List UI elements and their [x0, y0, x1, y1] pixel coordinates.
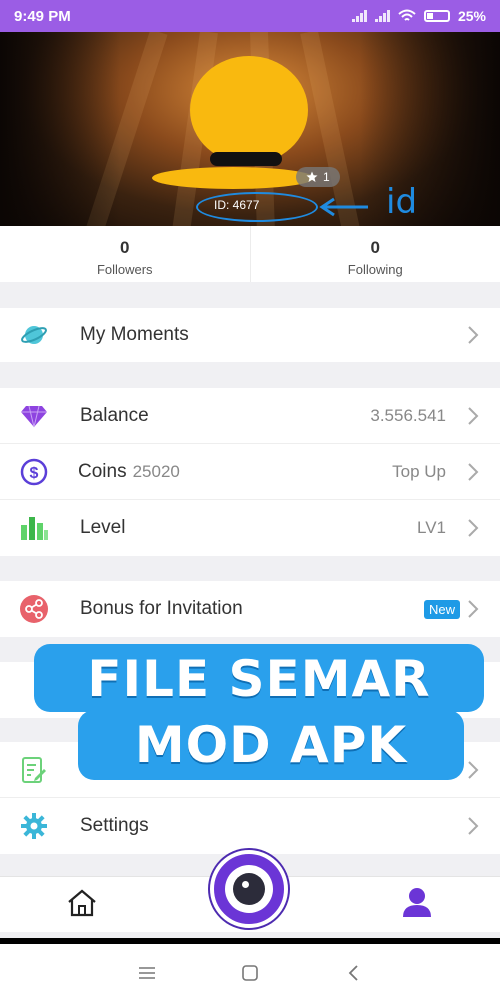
menu-label-level: Level: [80, 517, 126, 538]
avatar[interactable]: [190, 56, 308, 164]
menu-label-moments: My Moments: [80, 324, 189, 345]
chevron-right-icon: [468, 519, 479, 537]
chevron-right-icon: [468, 600, 479, 618]
user-id: ID: 4677: [214, 198, 260, 212]
diamond-icon: [18, 400, 50, 432]
system-nav-bar: [0, 938, 500, 1000]
follow-stats: 0 Followers 0 Following: [0, 226, 500, 282]
watermark-line-1: FILE SEMAR: [87, 650, 431, 708]
camera-button[interactable]: [210, 850, 288, 928]
following-count: 0: [370, 238, 380, 257]
following-label: Following: [347, 262, 403, 277]
following-stat[interactable]: 0 Following: [249, 226, 500, 282]
new-badge: New: [423, 599, 460, 619]
signal-icon: [374, 10, 390, 22]
menu-item-coins[interactable]: $ Coins 25020 Top Up: [0, 444, 500, 500]
menu-item-moments[interactable]: My Moments: [0, 308, 500, 362]
battery-percent: 25%: [457, 8, 486, 24]
star-icon: [306, 171, 318, 182]
level-value: LV1: [417, 518, 446, 537]
top-up-link[interactable]: Top Up: [392, 462, 446, 482]
battery-icon: [423, 10, 450, 22]
profile-banner: 1 ID: 4677 id: [0, 32, 500, 226]
share-icon: [18, 593, 50, 625]
bar-chart-icon: [18, 512, 50, 544]
menu-icon[interactable]: [138, 966, 156, 980]
arrow-left-icon: [319, 197, 368, 217]
menu-label-settings: Settings: [80, 815, 149, 836]
svg-text:$: $: [30, 465, 39, 482]
redaction-mark: [152, 167, 314, 189]
figure-silhouette: [210, 152, 282, 166]
followers-count: 0: [120, 238, 130, 257]
followers-stat[interactable]: 0 Followers: [0, 226, 250, 282]
status-time: 9:49 PM: [14, 7, 71, 25]
back-icon[interactable]: [347, 964, 359, 982]
signal-icon: [351, 10, 367, 22]
wifi-icon: [398, 9, 416, 21]
watermark-line-2: MOD APK: [134, 716, 408, 774]
menu-item-invitation[interactable]: Bonus for Invitation New: [0, 581, 500, 637]
menu-item-settings[interactable]: Settings: [0, 798, 500, 854]
chevron-right-icon: [468, 406, 479, 425]
menu-item-level[interactable]: Level LV1: [0, 500, 500, 556]
id-annotation: id: [386, 182, 418, 222]
menu-item-balance[interactable]: Balance 3.556.541: [0, 388, 500, 444]
dollar-coin-icon: $: [18, 456, 50, 488]
home-icon[interactable]: [241, 964, 259, 982]
chevron-right-icon: [468, 462, 479, 481]
menu-label-coins: Coins: [78, 460, 127, 482]
star-count: 1: [323, 170, 330, 184]
coins-amount: 25020: [132, 461, 180, 481]
home-tab-icon[interactable]: [66, 888, 98, 918]
profile-tab-icon[interactable]: [402, 886, 432, 918]
followers-label: Followers: [96, 262, 153, 277]
balance-value: 3.556.541: [370, 405, 446, 425]
status-bar: 9:49 PM 25%: [0, 0, 500, 32]
menu-label-invitation: Bonus for Invitation: [80, 598, 243, 619]
chevron-right-icon: [468, 326, 479, 344]
camera-lens-icon: [225, 865, 273, 913]
status-icons: 25%: [351, 8, 486, 24]
planet-icon: [18, 319, 50, 351]
gear-icon: [18, 810, 50, 842]
chevron-right-icon: [468, 817, 479, 835]
menu-label-balance: Balance: [80, 404, 149, 426]
star-badge: 1: [296, 167, 340, 187]
